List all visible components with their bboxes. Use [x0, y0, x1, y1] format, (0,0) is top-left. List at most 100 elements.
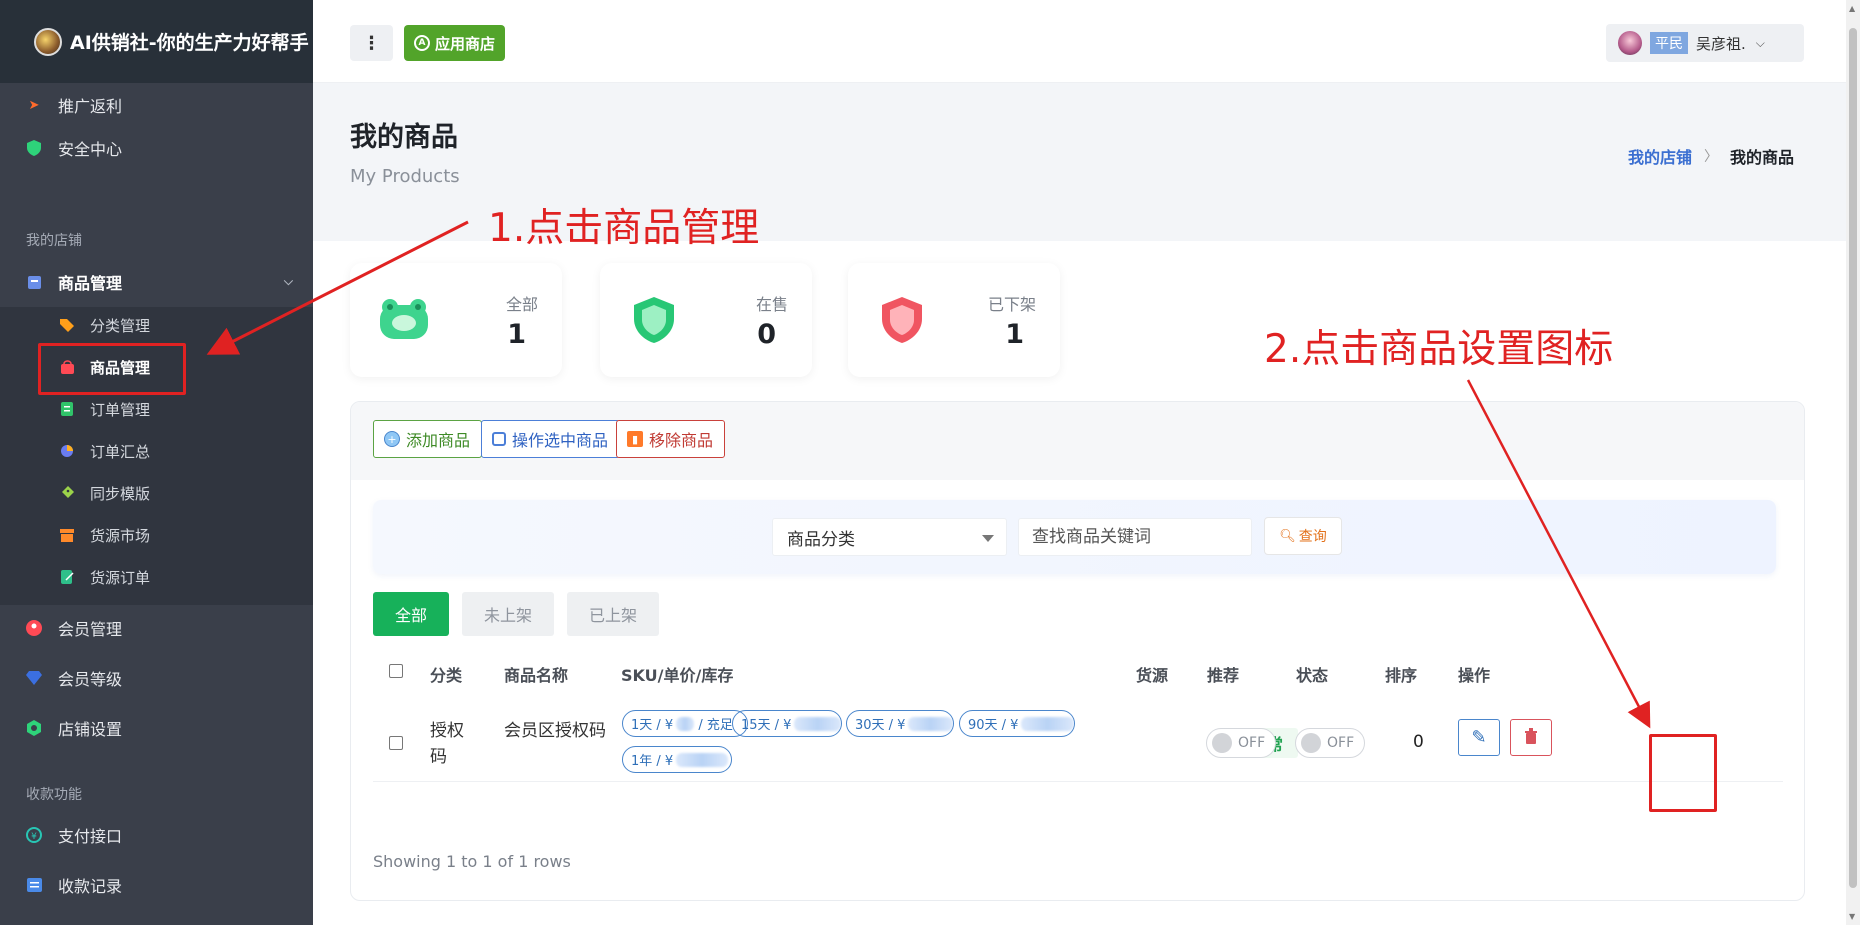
table-row: 授权码 会员区授权码 1天 / ¥ / 充足 15天 / ¥ 30天 / ¥ 9…: [373, 700, 1783, 782]
category-select[interactable]: 商品分类: [772, 518, 1007, 556]
stat-value: 0: [757, 319, 776, 350]
sku-tag[interactable]: 15天 / ¥: [732, 710, 842, 737]
sidebar-item-payment-records[interactable]: 收款记录: [0, 865, 313, 905]
sku-tag[interactable]: 1年 / ¥: [622, 746, 732, 773]
cell-sort: 0: [1413, 732, 1424, 752]
sidebar-item-security[interactable]: 安全中心: [0, 128, 313, 168]
annotation-step2: 2.点击商品设置图标: [1264, 327, 1614, 372]
frog-icon: [380, 299, 428, 339]
caret-down-icon: [982, 535, 994, 542]
sku-tag[interactable]: 30天 / ¥: [846, 710, 954, 737]
sidebar-item-label: 安全中心: [58, 140, 123, 159]
edit-pencil-icon: ✎: [1471, 727, 1487, 748]
sidebar-subitem-source-orders[interactable]: 货源订单: [0, 559, 313, 595]
member-icon: [26, 620, 42, 636]
delete-product-button[interactable]: [1510, 719, 1552, 756]
user-name: 吴彦祖.: [1696, 34, 1746, 53]
app-store-button[interactable]: A 应用商店: [404, 25, 506, 61]
status-toggle[interactable]: OFF: [1295, 728, 1365, 758]
annotation-step1: 1.点击商品管理: [488, 206, 760, 251]
operate-selected-label: 操作选中商品: [512, 431, 609, 450]
pagination-info: Showing 1 to 1 of 1 rows: [373, 852, 571, 871]
scroll-up-arrow-icon[interactable]: ▲: [1849, 4, 1855, 13]
sidebar-subitem-category[interactable]: 分类管理: [0, 307, 313, 343]
shield-icon: [26, 140, 42, 156]
add-product-button[interactable]: + 添加商品: [373, 420, 483, 458]
sku-tag[interactable]: 1天 / ¥ / 充足: [622, 710, 748, 737]
tab-all[interactable]: 全部: [373, 592, 449, 636]
remove-product-button[interactable]: ▮ 移除商品: [616, 420, 726, 458]
sidebar-item-promotion[interactable]: ➤ 推广返利: [0, 85, 313, 125]
green-shield-icon: [634, 297, 674, 343]
recommend-toggle[interactable]: OFF: [1206, 728, 1276, 758]
stat-card-delisted[interactable]: 已下架 1: [848, 263, 1060, 377]
chevron-down-icon: ⌵: [283, 274, 293, 288]
keyword-search-input[interactable]: [1018, 518, 1252, 556]
edit-doc-icon: [60, 570, 74, 584]
query-button[interactable]: 🔍︎ 查询: [1264, 517, 1342, 555]
sidebar-subitem-source-market[interactable]: 货源市场: [0, 517, 313, 553]
brand-logo: [34, 27, 62, 56]
page-scrollbar[interactable]: ▲ ▼: [1846, 0, 1860, 925]
ticket-icon: [60, 486, 74, 500]
column-header-category: 分类: [430, 666, 463, 685]
sidebar-item-members[interactable]: 会员管理: [0, 608, 313, 648]
sidebar-item-store-settings[interactable]: 店铺设置: [0, 708, 313, 748]
column-header-status: 状态: [1296, 666, 1329, 685]
product-box-icon: [26, 274, 42, 290]
row-checkbox[interactable]: [389, 736, 403, 750]
stat-value: 1: [1005, 319, 1024, 350]
sku-tag[interactable]: 90天 / ¥: [959, 710, 1075, 737]
cell-name: 会员区授权码: [504, 721, 606, 741]
sidebar-group-product-management[interactable]: 商品管理 ⌵: [0, 262, 313, 302]
user-menu[interactable]: 平民 吴彦祖. ⌵: [1606, 24, 1804, 62]
remove-product-label: 移除商品: [649, 431, 714, 450]
search-bar: 商品分类 🔍︎ 查询: [373, 500, 1776, 574]
sidebar-item-label: 会员等级: [58, 670, 123, 689]
stat-card-all[interactable]: 全部 1: [350, 263, 562, 377]
sidebar-subitem-sync-template[interactable]: 同步模版: [0, 475, 313, 511]
stat-card-on-sale[interactable]: 在售 0: [600, 263, 812, 377]
panel-toolbar: + 添加商品 操作选中商品 ▮ 移除商品: [351, 402, 1804, 480]
search-icon: 🔍︎: [1279, 528, 1296, 544]
tab-unlisted[interactable]: 未上架: [462, 592, 554, 636]
chevron-down-icon: ⌵: [1755, 35, 1765, 50]
breadcrumb: 我的店铺 〉 我的商品: [1628, 144, 1794, 168]
page-title: 我的商品: [350, 122, 458, 153]
toggle-label: OFF: [1327, 735, 1355, 751]
app-title: AI供销社-你的生产力好帮手: [70, 32, 309, 54]
app-store-icon: A: [414, 35, 430, 51]
scrollbar-thumb[interactable]: [1849, 28, 1857, 888]
scroll-down-arrow-icon[interactable]: ▼: [1849, 912, 1855, 921]
column-header-action: 操作: [1458, 666, 1491, 685]
sidebar-item-label: 收款记录: [58, 877, 123, 896]
sidebar-item-label: 会员管理: [58, 620, 123, 639]
sidebar-item-label: 货源订单: [90, 568, 151, 587]
sidebar-item-label: 店铺设置: [58, 720, 123, 739]
breadcrumb-current: 我的商品: [1730, 148, 1795, 167]
red-shield-icon: [882, 297, 922, 343]
brand-header[interactable]: AI供销社-你的生产力好帮手: [0, 0, 313, 83]
select-all-checkbox[interactable]: [389, 664, 403, 678]
more-menu-button[interactable]: ⋮: [350, 25, 393, 61]
column-header-name: 商品名称: [504, 666, 569, 685]
add-icon: +: [384, 431, 400, 447]
product-settings-button[interactable]: ✎: [1458, 719, 1500, 756]
column-header-recommend: 推荐: [1207, 666, 1240, 685]
add-product-label: 添加商品: [406, 431, 471, 450]
sidebar-item-label: 同步模版: [90, 484, 151, 503]
breadcrumb-link-store[interactable]: 我的店铺: [1628, 144, 1692, 168]
sidebar: AI供销社-你的生产力好帮手 ➤ 推广返利 安全中心 我的店铺 商品管理 ⌵ 分…: [0, 0, 313, 925]
category-select-value: 商品分类: [787, 529, 855, 550]
tab-listed[interactable]: 已上架: [567, 592, 659, 636]
sidebar-subitem-orders[interactable]: 订单管理: [0, 391, 313, 427]
sidebar-item-payment-interface[interactable]: ¥ 支付接口: [0, 815, 313, 855]
avatar: [1618, 31, 1642, 55]
sidebar-item-member-levels[interactable]: 会员等级: [0, 658, 313, 698]
operate-selected-button[interactable]: 操作选中商品: [481, 420, 621, 458]
cell-category: 授权码: [430, 721, 464, 767]
query-label: 查询: [1298, 529, 1327, 545]
sidebar-section-store: 我的店铺: [26, 233, 82, 249]
sidebar-subitem-order-summary[interactable]: 订单汇总: [0, 433, 313, 469]
sidebar-item-label: 推广返利: [58, 97, 123, 116]
